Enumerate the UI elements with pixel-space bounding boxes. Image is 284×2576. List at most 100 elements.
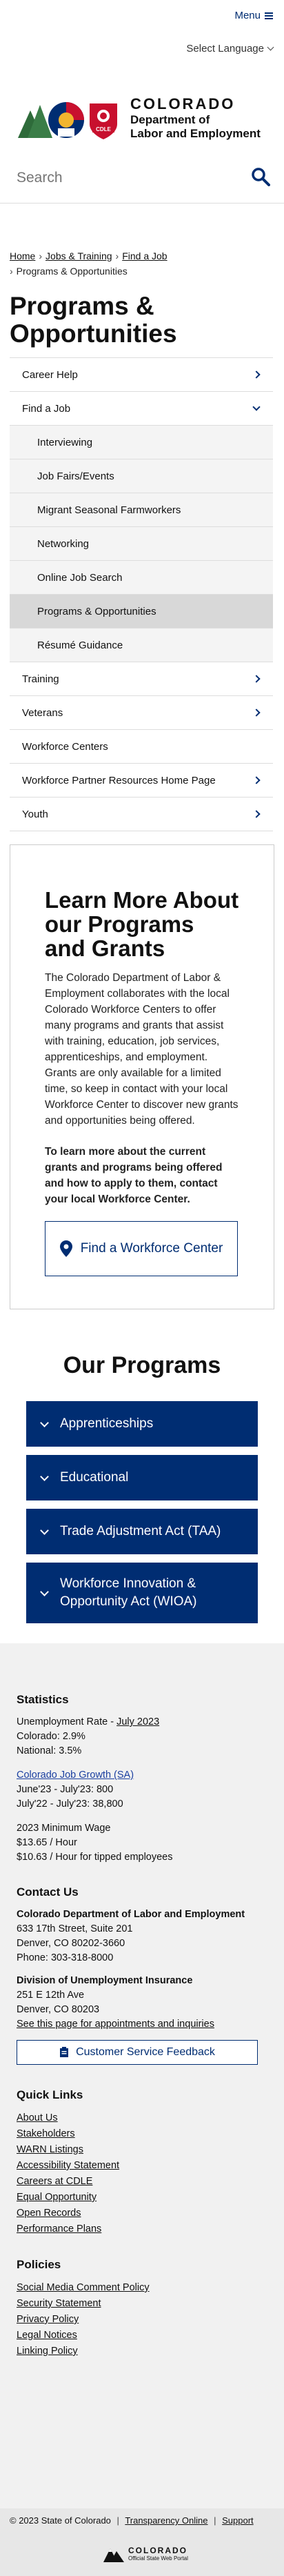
nav-item-veterans[interactable]: Veterans [10,696,273,730]
link-legal-notices[interactable]: Legal Notices [17,2328,267,2344]
nav-item-job-fairs[interactable]: Job Fairs/Events [10,459,273,493]
nav-item-training[interactable]: Training [10,662,273,696]
ui-address-1: 251 E 12th Ave [17,1990,85,2001]
job-growth-link[interactable]: Colorado Job Growth (SA) [17,1770,134,1781]
hamburger-icon [265,12,273,19]
nav-item-youth[interactable]: Youth [10,797,273,831]
nav-item-find-a-job[interactable]: Find a Job [10,392,273,426]
portal-name: COLORADO [128,2545,187,2555]
link-stakeholders[interactable]: Stakeholders [17,2126,267,2142]
nav-item-label: Youth [22,808,48,820]
min-wage-hourly: $13.65 / Hour [17,1837,77,1848]
learn-more-heading: Learn More About our Programs and Grants [45,887,239,961]
accordion-apprenticeships[interactable]: Apprenticeships [26,1401,258,1447]
chevron-right-icon [252,776,261,784]
separator: | [214,2515,216,2526]
contact-address-2: Denver, CO 80202-3660 [17,1938,125,1949]
link-privacy-policy[interactable]: Privacy Policy [17,2312,267,2328]
min-wage-label: 2023 Minimum Wage [17,1823,111,1834]
accordion-label: Educational [60,1470,129,1485]
link-warn-listings[interactable]: WARN Listings [17,2142,267,2158]
customer-feedback-label: Customer Service Feedback [76,2046,215,2058]
link-linking-policy[interactable]: Linking Policy [17,2344,267,2359]
chevron-right-icon [252,370,261,379]
accordion-wioa[interactable]: Workforce Innovation & Opportunity Act (… [26,1563,258,1623]
link-about-us[interactable]: About Us [17,2110,267,2126]
cdle-logo[interactable]: CDLE COLORADO Department of Labor and Em… [17,95,272,146]
quick-links-heading: Quick Links [17,2088,83,2101]
find-workforce-center-button[interactable]: Find a Workforce Center [45,1221,238,1276]
language-label: Select Language [186,43,264,55]
accordion-taa[interactable]: Trade Adjustment Act (TAA) [26,1509,258,1554]
link-careers[interactable]: Careers at CDLE [17,2174,267,2190]
footer-statistics: Statistics Unemployment Rate - July 2023… [17,1693,267,1865]
logo-state: COLORADO [130,95,236,112]
menu-button[interactable]: Menu [234,10,273,21]
separator: | [116,2515,119,2526]
contact-address-1: 633 17th Street, Suite 201 [17,1923,133,1934]
colorado-rate: Colorado: 2.9% [17,1731,85,1742]
find-workforce-center-label: Find a Workforce Center [80,1241,223,1256]
programs-title: Our Programs [63,1352,221,1378]
unemployment-label: Unemployment Rate - [17,1716,117,1727]
learn-more-panel: Learn More About our Programs and Grants… [10,844,274,1309]
breadcrumb-jobs-training[interactable]: Jobs & Training [45,250,112,261]
search-input[interactable] [17,170,237,186]
state-portal-logo[interactable]: COLORADO Official State Web Portal [103,2544,188,2562]
support-link[interactable]: Support [222,2515,254,2526]
chevron-down-icon [40,1472,49,1481]
ui-division: Division of Unemployment Insurance [17,1975,193,1986]
chevron-right-icon [252,675,261,683]
chevron-down-icon [40,1525,49,1535]
nav-item-label: Find a Job [22,402,71,415]
language-select[interactable]: Select Language [186,43,274,55]
unemployment-link[interactable]: July 2023 [116,1716,159,1727]
accordion-educational[interactable]: Educational [26,1455,258,1500]
footer-policies: Policies Social Media Comment Policy Sec… [17,2258,267,2359]
job-growth-year: July'22 - July'23: 38,800 [17,1799,123,1810]
link-social-media-policy[interactable]: Social Media Comment Policy [17,2280,267,2296]
nav-item-label: Migrant Seasonal Farmworkers [37,504,181,516]
nav-item-programs-opportunities[interactable]: Programs & Opportunities [10,595,273,628]
top-bar: Menu [0,0,284,41]
nav-item-label: Résumé Guidance [37,639,123,651]
link-performance-plans[interactable]: Performance Plans [17,2221,267,2237]
nav-item-workforce-partner[interactable]: Workforce Partner Resources Home Page [10,764,273,797]
search-icon[interactable] [251,167,270,186]
nav-item-label: Workforce Centers [22,740,108,753]
link-security-statement[interactable]: Security Statement [17,2296,267,2312]
customer-feedback-button[interactable]: Customer Service Feedback [17,2040,258,2065]
chevron-right-icon [252,810,261,818]
national-rate: National: 3.5% [17,1745,82,1756]
nav-item-workforce-centers[interactable]: Workforce Centers [10,730,273,764]
nav-item-networking[interactable]: Networking [10,527,273,561]
nav-item-career-help[interactable]: Career Help [10,358,273,392]
appointments-link[interactable]: See this page for appointments and inqui… [17,2019,214,2030]
nav-item-migrant-farmworkers[interactable]: Migrant Seasonal Farmworkers [10,493,273,527]
map-pin-icon [59,1240,72,1257]
bottom-bar: © 2023 State of Colorado | Transparency … [0,2508,284,2576]
accordion-label: Trade Adjustment Act (TAA) [60,1524,221,1538]
nav-item-resume-guidance[interactable]: Résumé Guidance [10,628,273,662]
link-equal-opportunity[interactable]: Equal Opportunity [17,2190,267,2206]
nav-item-online-job-search[interactable]: Online Job Search [10,561,273,595]
policies-heading: Policies [17,2258,61,2271]
logo-dept-line1: Department of [130,113,210,126]
breadcrumb-current: Programs & Opportunities [16,266,128,277]
transparency-link[interactable]: Transparency Online [125,2515,207,2526]
breadcrumb-home[interactable]: Home [10,250,35,261]
chevron-down-icon [40,1587,49,1596]
learn-more-cta-text: To learn more about the current grants a… [45,1146,223,1205]
chevron-down-icon [267,43,274,51]
contact-heading: Contact Us [17,1885,79,1899]
nav-item-label: Programs & Opportunities [37,605,156,617]
menu-label: Menu [234,10,261,21]
nav-item-interviewing[interactable]: Interviewing [10,426,273,459]
breadcrumb-find-a-job[interactable]: Find a Job [122,250,167,261]
chevron-down-icon [40,1418,49,1427]
search-bar [0,161,284,204]
min-wage-tipped: $10.63 / Hour for tipped employees [17,1852,173,1863]
link-accessibility[interactable]: Accessibility Statement [17,2158,267,2174]
link-open-records[interactable]: Open Records [17,2206,267,2221]
footer-quick-links: Quick Links About Us Stakeholders WARN L… [17,2088,267,2237]
